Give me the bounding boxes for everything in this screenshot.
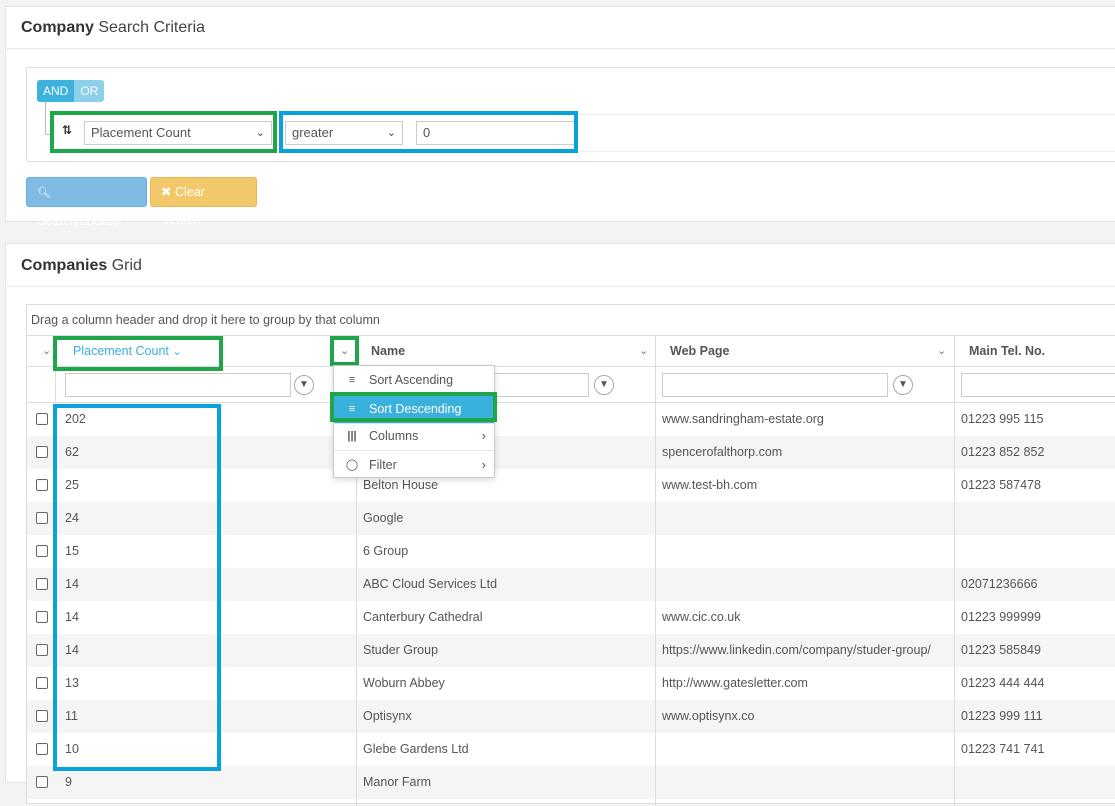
cell-name: ABC Cloud Services Ltd — [363, 577, 498, 591]
filter-input-tel[interactable] — [961, 373, 1115, 397]
cell-web-page: https://www.linkedin.com/company/studer-… — [662, 643, 931, 657]
filter-icon[interactable]: ▼ — [893, 375, 913, 395]
column-divider — [655, 336, 656, 806]
cell-web-page: www.optisynx.co — [662, 709, 755, 723]
search-lookup-button[interactable]: 🔍︎ Search/Lookup — [26, 177, 147, 228]
menu-item-label: Columns — [369, 429, 419, 443]
row-checkbox[interactable] — [36, 446, 48, 458]
cell-web-page: www.sandringham-estate.org — [662, 412, 824, 426]
cell-main-tel: 01223 741 741 — [961, 742, 1045, 756]
row-checkbox[interactable] — [36, 479, 48, 491]
cell-name: Optisynx — [363, 709, 412, 723]
column-menu-toggle[interactable]: ⌄ — [639, 336, 648, 367]
title-bold: Company — [21, 19, 94, 36]
filter-icon[interactable]: ▼ — [594, 375, 614, 395]
menu-item-sort-ascending[interactable]: ≡ Sort Ascending — [334, 366, 494, 394]
search-criteria-title: Company Search Criteria — [21, 19, 205, 37]
column-menu-toggle[interactable]: ⌄ — [937, 336, 946, 367]
row-checkbox[interactable] — [36, 644, 48, 656]
close-icon: ✖ — [161, 185, 172, 199]
cell-main-tel: 01223 999999 — [961, 610, 1041, 624]
search-icon: 🔍︎ — [37, 187, 51, 199]
sort-ascending-icon: ≡ — [348, 374, 356, 386]
cell-main-tel: 02071236666 — [961, 577, 1038, 591]
group-drop-area[interactable]: Drag a column header and drop it here to… — [27, 305, 1115, 336]
cell-name: Google — [363, 511, 404, 525]
row-checkbox[interactable] — [36, 710, 48, 722]
cell-main-tel: 01223 852 852 — [961, 445, 1045, 459]
cell-name: 6 Group — [363, 544, 409, 558]
row-checkbox[interactable] — [36, 512, 48, 524]
row-checkbox[interactable] — [36, 578, 48, 590]
cell-web-page: spencerofalthorp.com — [662, 445, 783, 459]
menu-item-columns[interactable]: ||| Columns › — [334, 422, 494, 450]
or-button[interactable]: OR — [74, 80, 105, 102]
companies-grid-title: Companies Grid — [21, 257, 142, 275]
filter-row: ▼ ▼ ▼ — [27, 367, 1115, 403]
row-checkbox[interactable] — [36, 677, 48, 689]
cell-name: Woburn Abbey — [363, 676, 445, 690]
cell-name: Canterbury Cathedral — [363, 610, 483, 624]
chevron-right-icon: › — [481, 428, 486, 443]
row-checkbox[interactable] — [36, 545, 48, 557]
panel-divider — [6, 48, 1115, 49]
columns-icon: ||| — [347, 430, 357, 442]
menu-item-label: Filter — [369, 458, 397, 472]
column-header-web-page[interactable]: Web Page — [670, 336, 730, 367]
cell-main-tel: 01223 444 444 — [961, 676, 1045, 690]
title-bold: Companies — [21, 257, 108, 274]
cell-main-tel: 01223 585849 — [961, 643, 1041, 657]
cell-main-tel: 01223 995 115 — [961, 412, 1044, 426]
cell-web-page: www.cic.co.uk — [662, 610, 741, 624]
row-checkbox[interactable] — [36, 413, 48, 425]
filter-icon: ◯ — [345, 459, 359, 471]
search-lookup-label: Search/Lookup — [37, 214, 122, 228]
row-checkbox[interactable] — [36, 611, 48, 623]
clear-search-button[interactable]: ✖ Clear Search — [150, 177, 257, 227]
filter-input-placement[interactable] — [65, 373, 291, 397]
highlight-placement-values — [53, 404, 221, 771]
cell-name: Glebe Gardens Ltd — [363, 742, 469, 756]
highlight-placement-header — [53, 336, 223, 371]
cell-name: Manor Farm — [363, 775, 432, 789]
highlight-column-toggle — [330, 336, 359, 366]
filter-input-web[interactable] — [662, 373, 888, 397]
menu-item-label: Sort Ascending — [369, 373, 454, 387]
cell-web-page: http://www.gatesletter.com — [662, 676, 808, 690]
title-rest: Search Criteria — [93, 19, 206, 36]
and-or-toggle: AND OR — [37, 80, 105, 102]
and-button[interactable]: AND — [37, 80, 75, 102]
chevron-down-icon[interactable]: ⌄ — [42, 336, 51, 367]
cell-main-tel: 01223 587478 — [961, 478, 1041, 492]
cell-web-page: www.test-bh.com — [662, 478, 758, 492]
cell-name: Studer Group — [363, 643, 439, 657]
row-checkbox[interactable] — [36, 743, 48, 755]
column-header-main-tel[interactable]: Main Tel. No. — [969, 336, 1045, 367]
filter-icon[interactable]: ▼ — [294, 375, 314, 395]
highlight-operator-value — [279, 111, 578, 153]
title-rest: Grid — [107, 257, 142, 274]
cell-main-tel: 01223 999 111 — [961, 709, 1043, 723]
panel-divider — [6, 286, 1115, 287]
column-divider — [954, 336, 955, 806]
highlight-field-select — [50, 111, 277, 153]
column-header-name[interactable]: Name — [371, 336, 405, 367]
tree-line — [45, 102, 46, 134]
chevron-right-icon: › — [481, 457, 486, 472]
menu-item-filter[interactable]: ◯ Filter › — [334, 451, 494, 479]
highlight-sort-descending — [330, 392, 497, 422]
